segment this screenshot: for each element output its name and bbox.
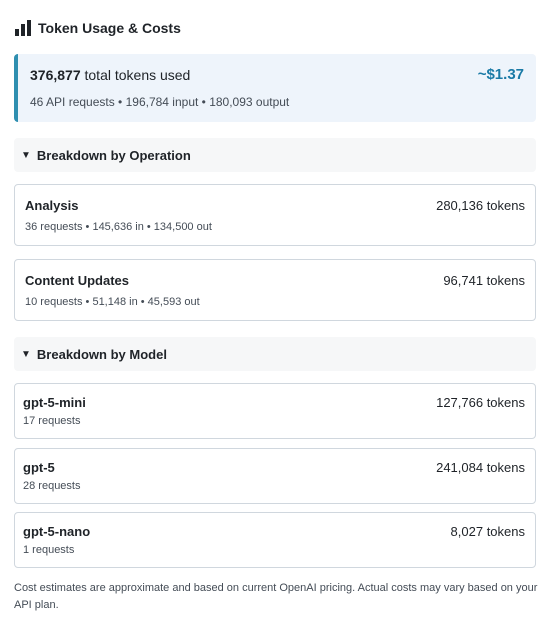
bar-chart-icon xyxy=(15,20,31,36)
model-card-gpt-5-nano: gpt-5-nano 8,027 tokens 1 requests xyxy=(14,512,536,568)
panel-header: Token Usage & Costs xyxy=(15,18,181,38)
model-card-gpt-5-mini: gpt-5-mini 127,766 tokens 17 requests xyxy=(14,383,536,439)
operation-breakdown-toggle[interactable]: ▼ Breakdown by Operation xyxy=(14,138,536,172)
model-tokens: 8,027 tokens xyxy=(450,524,525,539)
total-tokens-line: 376,877 total tokens used xyxy=(30,67,190,83)
operation-card-analysis: Analysis 280,136 tokens 36 requests • 14… xyxy=(14,184,536,246)
summary-detail: 46 API requests • 196,784 input • 180,09… xyxy=(30,95,290,109)
caret-down-icon: ▼ xyxy=(21,348,31,360)
model-card-gpt-5: gpt-5 241,084 tokens 28 requests xyxy=(14,448,536,504)
model-tokens: 127,766 tokens xyxy=(436,395,525,410)
model-requests: 28 requests xyxy=(23,480,81,492)
model-name: gpt-5 xyxy=(23,460,55,475)
total-tokens-label: total tokens used xyxy=(84,67,191,83)
operation-tokens: 280,136 tokens xyxy=(436,198,525,213)
total-cost: ~$1.37 xyxy=(477,66,524,83)
operation-name: Content Updates xyxy=(25,273,129,288)
operation-card-content-updates: Content Updates 96,741 tokens 10 request… xyxy=(14,259,536,321)
operation-detail: 36 requests • 145,636 in • 134,500 out xyxy=(25,221,212,233)
cost-disclaimer: Cost estimates are approximate and based… xyxy=(14,582,538,611)
operation-detail: 10 requests • 51,148 in • 45,593 out xyxy=(25,296,200,308)
operation-tokens: 96,741 tokens xyxy=(443,273,525,288)
caret-down-icon: ▼ xyxy=(21,149,31,161)
model-name: gpt-5-nano xyxy=(23,524,91,539)
model-breakdown-toggle[interactable]: ▼ Breakdown by Model xyxy=(14,337,536,371)
model-requests: 17 requests xyxy=(23,415,81,427)
section-title: Breakdown by Model xyxy=(36,346,167,362)
usage-summary: 376,877 total tokens used ~$1.37 46 API … xyxy=(14,54,536,122)
model-tokens: 241,084 tokens xyxy=(436,460,525,475)
operation-name: Analysis xyxy=(25,198,79,213)
panel-title: Token Usage & Costs xyxy=(38,20,181,36)
model-requests: 1 requests xyxy=(23,544,75,556)
section-title: Breakdown by Operation xyxy=(36,147,191,163)
total-tokens-value: 376,877 xyxy=(30,67,81,83)
model-name: gpt-5-mini xyxy=(23,395,86,410)
